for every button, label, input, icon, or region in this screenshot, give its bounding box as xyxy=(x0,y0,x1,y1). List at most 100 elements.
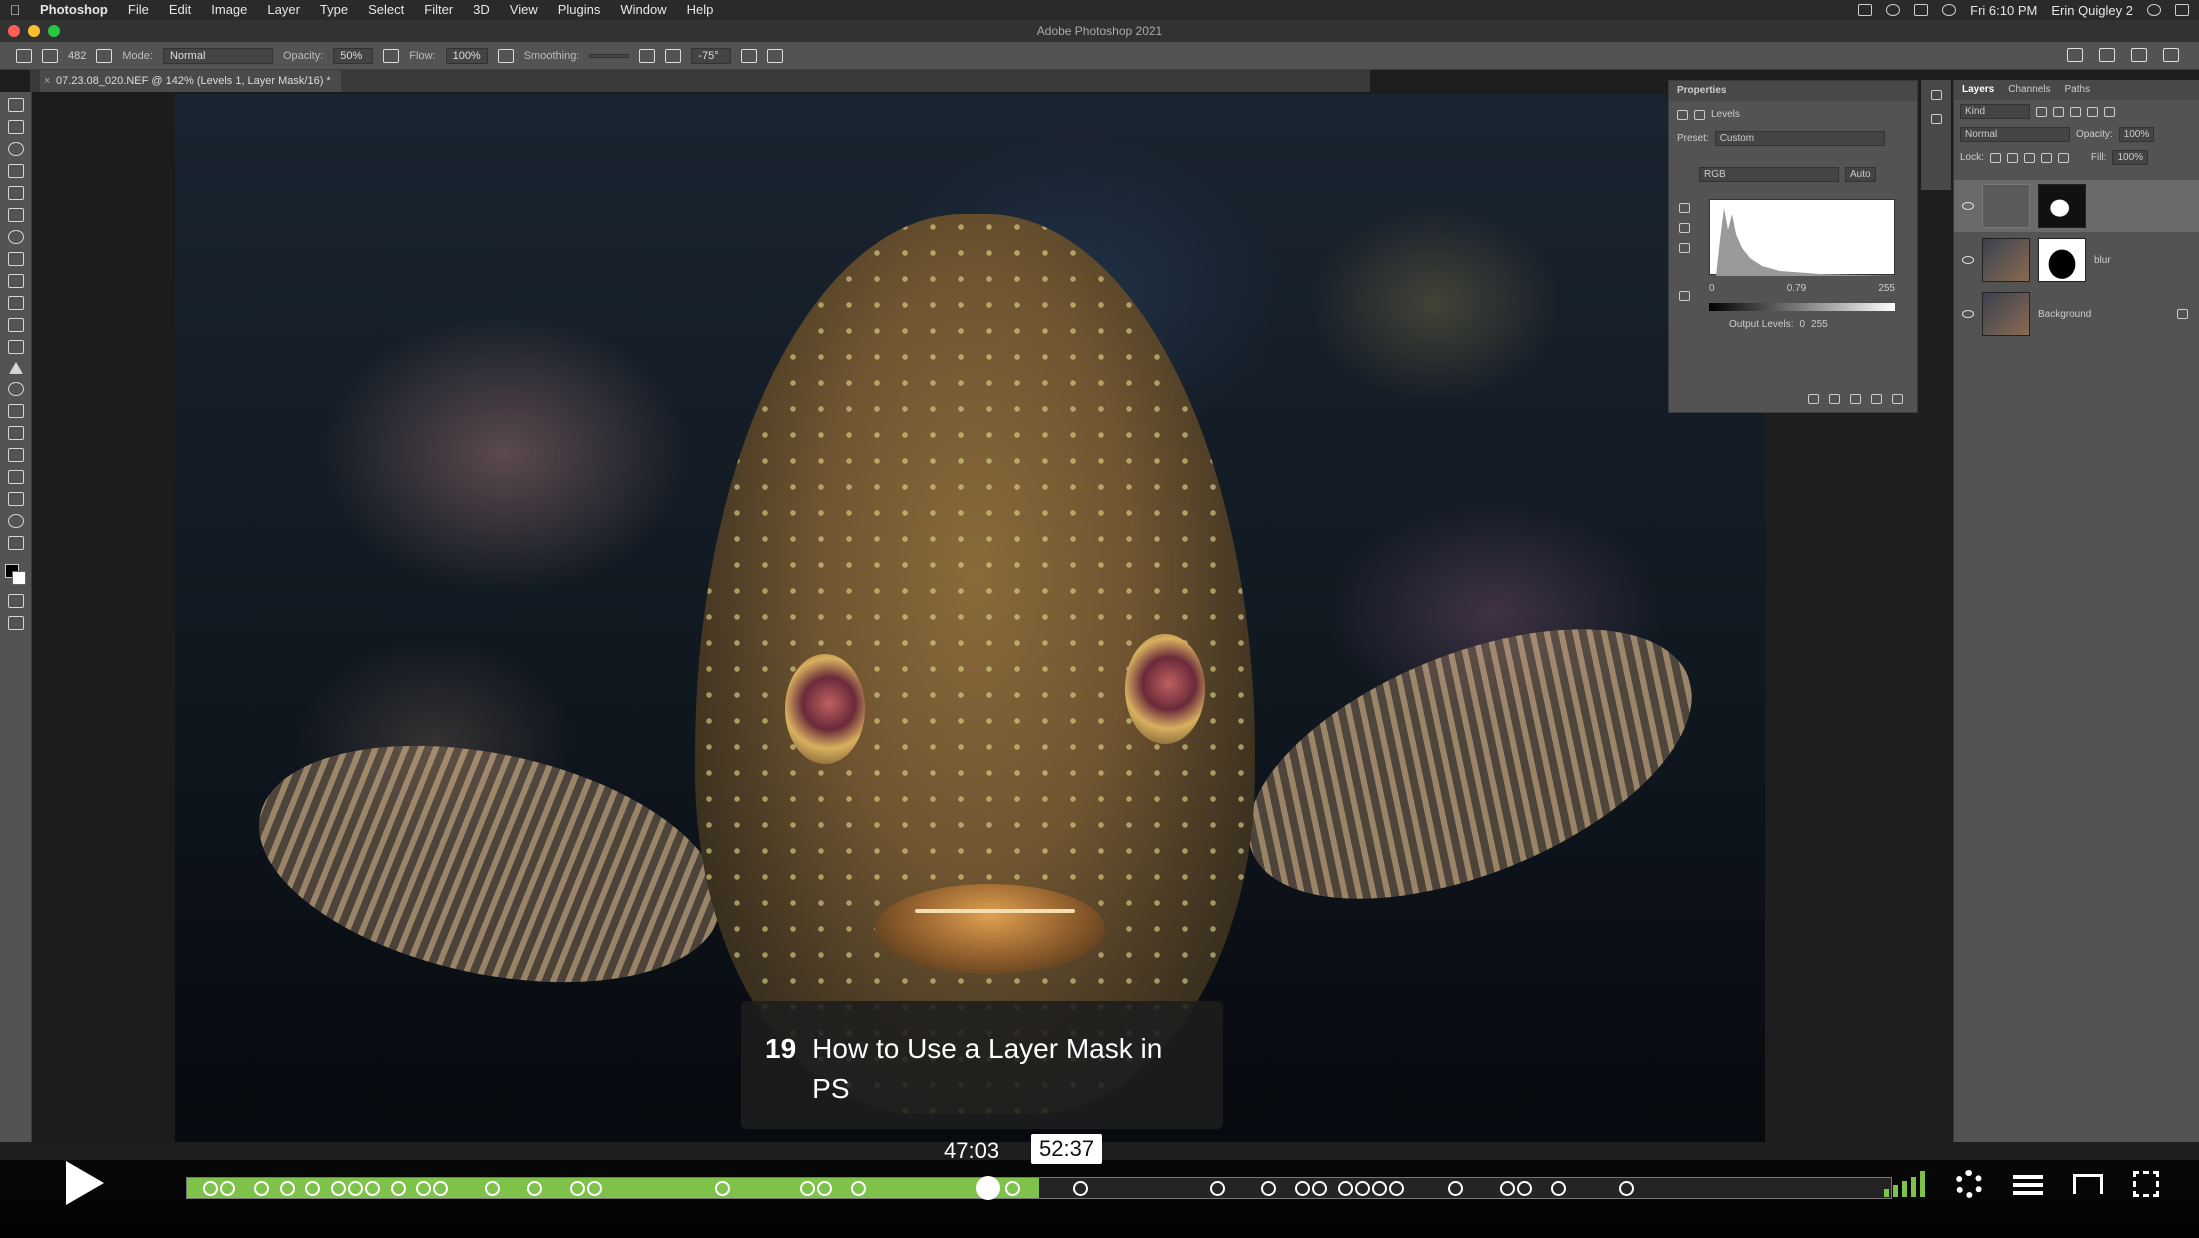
path-selection-tool-icon[interactable] xyxy=(7,448,24,462)
chapter-marker[interactable] xyxy=(1516,1181,1532,1196)
chapter-marker[interactable] xyxy=(279,1181,295,1196)
chapter-marker[interactable] xyxy=(1354,1181,1370,1196)
zoom-tool-icon[interactable] xyxy=(7,514,24,528)
filter-pixel-icon[interactable] xyxy=(2036,106,2047,117)
properties-panel-title[interactable]: Properties xyxy=(1669,81,1917,101)
menu-plugins[interactable]: Plugins xyxy=(548,0,611,20)
history-brush-tool-icon[interactable] xyxy=(7,296,24,310)
settings-gear-icon[interactable] xyxy=(1955,1170,1983,1198)
background-layer-thumbnail[interactable] xyxy=(1982,292,2030,336)
hand-tool-icon[interactable] xyxy=(7,492,24,506)
lasso-tool-icon[interactable] xyxy=(7,142,24,156)
levels-adjustment-thumbnail[interactable] xyxy=(1982,184,2030,228)
eyedropper-tool-icon[interactable] xyxy=(7,208,24,222)
wifi-icon[interactable] xyxy=(1942,4,1957,16)
menu-window[interactable]: Window xyxy=(610,0,676,20)
fullscreen-icon[interactable] xyxy=(2133,1171,2159,1197)
white-point-eyedropper-icon[interactable] xyxy=(1679,243,1690,253)
layer-visibility-eye-icon[interactable] xyxy=(1962,310,1974,318)
lock-image-icon[interactable] xyxy=(2006,152,2018,163)
filter-shape-icon[interactable] xyxy=(2087,106,2098,117)
lock-position-icon[interactable] xyxy=(2023,152,2035,163)
layer-mask-icon[interactable] xyxy=(1694,109,1705,120)
edit-toolbar-icon[interactable] xyxy=(7,536,24,550)
clip-adjustment-icon[interactable] xyxy=(1808,394,1819,404)
document-canvas-image[interactable] xyxy=(175,94,1765,1142)
input-white-value[interactable]: 255 xyxy=(1878,283,1895,294)
filter-smart-object-icon[interactable] xyxy=(2104,106,2115,117)
smoothing-options-gear-icon[interactable] xyxy=(639,48,656,63)
menu-type[interactable]: Type xyxy=(310,0,358,20)
progress-scrubber-handle[interactable] xyxy=(975,1176,1000,1200)
chapter-marker[interactable] xyxy=(1004,1181,1020,1196)
pressure-size-icon[interactable] xyxy=(741,48,758,63)
output-white-value[interactable]: 255 xyxy=(1811,319,1828,330)
chapter-marker[interactable] xyxy=(569,1181,585,1196)
flow-field[interactable]: 100% xyxy=(445,47,488,64)
chapter-marker[interactable] xyxy=(1260,1181,1276,1196)
menu-file[interactable]: File xyxy=(118,0,159,20)
layer-opacity-field[interactable]: 100% xyxy=(2118,127,2155,142)
menu-app-photoshop[interactable]: Photoshop xyxy=(30,0,118,20)
pen-tool-icon[interactable] xyxy=(7,404,24,418)
quick-selection-tool-icon[interactable] xyxy=(7,164,24,178)
chapter-marker[interactable] xyxy=(390,1181,406,1196)
menu-user[interactable]: Erin Quigley 2 xyxy=(2051,3,2133,18)
quality-bars-icon[interactable] xyxy=(1884,1171,1925,1197)
layer-row-background[interactable]: Background xyxy=(1954,288,2199,340)
blend-mode-select[interactable]: Normal xyxy=(1960,127,2070,142)
chapters-list-icon[interactable] xyxy=(2013,1171,2043,1197)
tab-layers[interactable]: Layers xyxy=(1962,80,1994,100)
lock-transparent-icon[interactable] xyxy=(1989,152,2001,163)
brush-size-value[interactable]: 482 xyxy=(68,50,86,62)
layer-visibility-eye-icon[interactable] xyxy=(1962,256,1974,264)
marquee-tool-icon[interactable] xyxy=(7,120,24,134)
menu-filter[interactable]: Filter xyxy=(414,0,463,20)
control-center-icon[interactable] xyxy=(2175,4,2189,16)
shape-tool-icon[interactable] xyxy=(7,470,24,484)
chapter-marker[interactable] xyxy=(714,1181,730,1196)
pressure-opacity-icon[interactable] xyxy=(383,48,400,63)
libraries-icon[interactable] xyxy=(1930,114,1942,124)
lock-all-icon[interactable] xyxy=(2057,152,2069,163)
menu-select[interactable]: Select xyxy=(358,0,414,20)
input-black-value[interactable]: 0 xyxy=(1709,283,1715,294)
blur-layer-thumbnail[interactable] xyxy=(1982,238,2030,282)
clip-to-layer-icon[interactable] xyxy=(1679,291,1690,301)
chapter-marker[interactable] xyxy=(1209,1181,1225,1196)
airplay-icon[interactable] xyxy=(2073,1174,2103,1194)
brush-settings-icon[interactable] xyxy=(96,48,113,63)
auto-button[interactable]: Auto xyxy=(1845,167,1876,182)
lock-artboard-icon[interactable] xyxy=(2040,152,2052,163)
opacity-field[interactable]: 50% xyxy=(333,47,374,64)
layer-row-levels[interactable] xyxy=(1954,180,2199,232)
chapter-marker[interactable] xyxy=(1294,1181,1310,1196)
trash-icon[interactable] xyxy=(1892,394,1903,404)
levels-histogram[interactable] xyxy=(1709,199,1896,276)
angle-field[interactable]: -75° xyxy=(691,47,732,64)
menu-3d[interactable]: 3D xyxy=(463,0,500,20)
display-icon[interactable] xyxy=(1858,4,1873,16)
background-color-swatch[interactable] xyxy=(11,571,26,585)
chapter-marker[interactable] xyxy=(1311,1181,1327,1196)
play-icon[interactable] xyxy=(66,1161,104,1205)
levels-layer-mask-thumbnail[interactable] xyxy=(2038,184,2086,228)
gradient-tool-icon[interactable] xyxy=(7,340,24,354)
black-point-eyedropper-icon[interactable] xyxy=(1679,203,1690,213)
tab-paths[interactable]: Paths xyxy=(2065,80,2091,100)
mode-select[interactable]: Normal xyxy=(162,47,273,64)
filter-adjustment-icon[interactable] xyxy=(2053,106,2064,117)
chapter-marker[interactable] xyxy=(203,1181,219,1196)
layer-name[interactable]: blur xyxy=(2094,255,2111,266)
chapter-marker[interactable] xyxy=(586,1181,602,1196)
chapter-marker[interactable] xyxy=(1550,1181,1566,1196)
smoothing-field[interactable] xyxy=(589,53,630,58)
brush-tool-preset-icon[interactable] xyxy=(42,48,58,63)
blur-tool-icon[interactable] xyxy=(8,362,23,374)
blur-layer-mask-thumbnail[interactable] xyxy=(2038,238,2086,282)
share-icon[interactable] xyxy=(2163,48,2179,62)
chapter-marker[interactable] xyxy=(348,1181,364,1196)
move-tool-icon[interactable] xyxy=(7,98,24,112)
spotlight-search-icon[interactable] xyxy=(2147,4,2161,16)
document-tab[interactable]: × 07.23.08_020.NEF @ 142% (Levels 1, Lay… xyxy=(40,70,341,92)
